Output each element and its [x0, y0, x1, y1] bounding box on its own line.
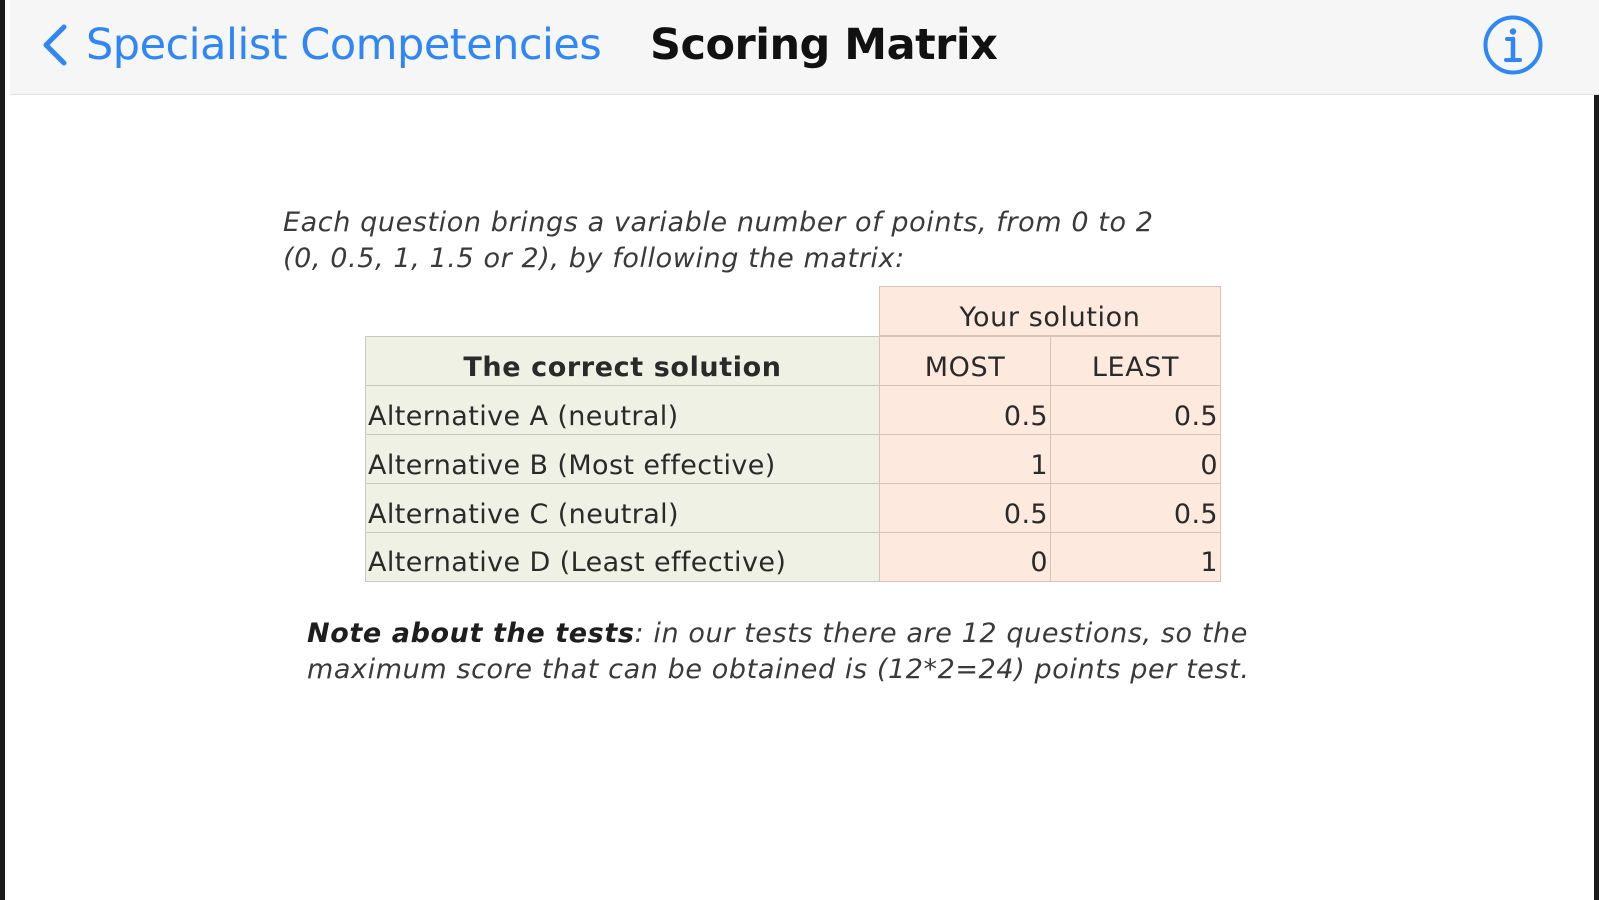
most-score-cell: 0.5: [879, 385, 1051, 435]
row-label: Alternative A (neutral): [365, 385, 880, 435]
least-score-cell: 1: [1050, 532, 1221, 582]
note-line-2: maximum score that can be obtained is (1…: [307, 654, 1250, 685]
row-label: Alternative B (Most effective): [365, 434, 880, 484]
least-column-header: LEAST: [1050, 336, 1221, 386]
most-score-cell: 0.5: [879, 483, 1051, 533]
most-column-header: MOST: [879, 336, 1051, 386]
least-score-cell: 0: [1050, 434, 1221, 484]
intro-text: Each question brings a variable number o…: [283, 205, 1283, 277]
correct-solution-header: The correct solution: [365, 336, 880, 386]
note-heading: Note about the tests: [307, 618, 635, 649]
your-solution-header: Your solution: [879, 286, 1221, 336]
most-score-cell: 1: [879, 434, 1051, 484]
row-label: Alternative D (Least effective): [365, 532, 880, 582]
row-label: Alternative C (neutral): [365, 483, 880, 533]
scoring-matrix-image: Each question brings a variable number o…: [5, 0, 1599, 900]
least-score-cell: 0.5: [1050, 483, 1221, 533]
app-window: Specialist Competencies Scoring Matrix E…: [0, 0, 1599, 900]
least-score-cell: 0.5: [1050, 385, 1221, 435]
intro-line-1: Each question brings a variable number o…: [283, 207, 1154, 238]
note-text: Note about the tests: in our tests there…: [307, 616, 1347, 688]
intro-line-2: (0, 0.5, 1, 1.5 or 2), by following the …: [283, 243, 905, 274]
note-line-1: Note about the tests: in our tests there…: [307, 616, 1347, 652]
most-score-cell: 0: [879, 532, 1051, 582]
note-line-1-rest: : in our tests there are 12 questions, s…: [634, 618, 1248, 649]
